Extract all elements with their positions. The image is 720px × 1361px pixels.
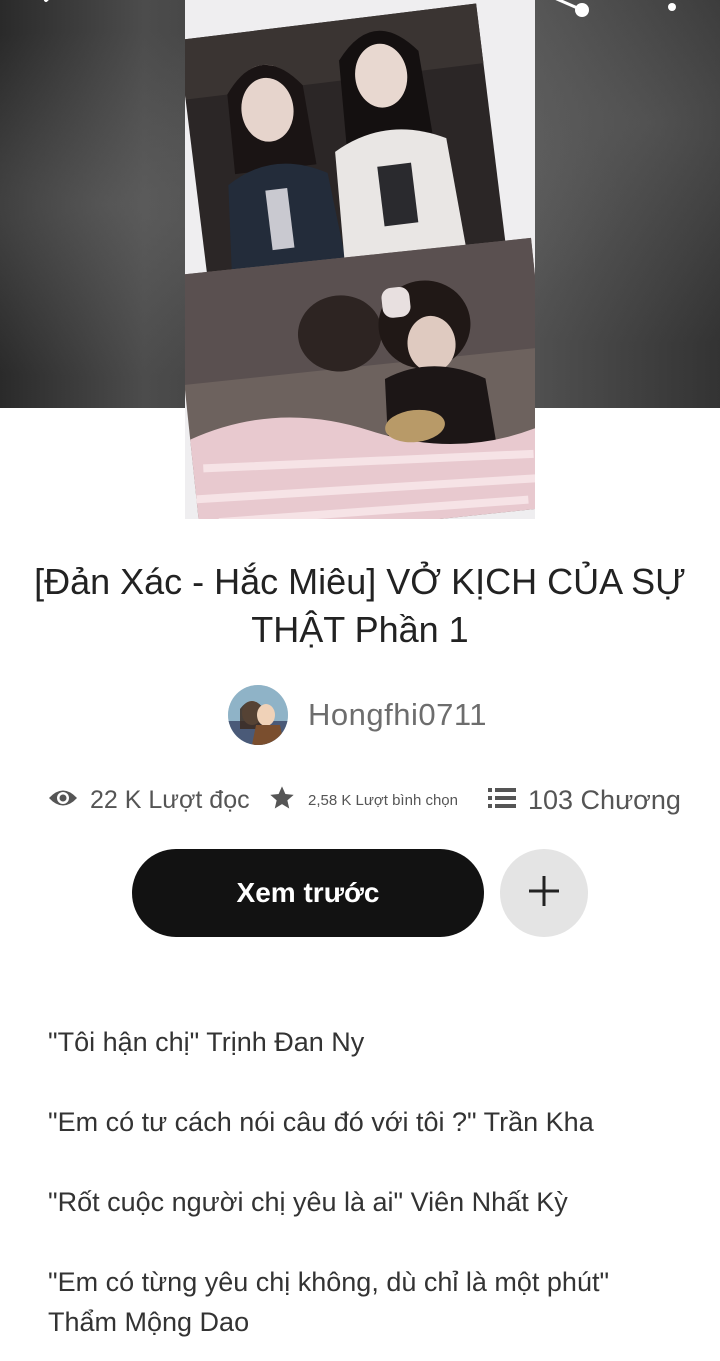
more-icon[interactable] <box>660 0 684 26</box>
description-line: "Em có từng yêu chị không, dù chỉ là một… <box>48 1267 610 1337</box>
eye-icon <box>48 787 78 814</box>
author-row[interactable]: Hongfhi0711 <box>228 685 487 745</box>
description-line: "Em có tư cách nói câu đó với tôi ?" Trầ… <box>48 1107 594 1137</box>
story-stats: 22 K Lượt đọc 2,58 K Lượt bình chọn 103 … <box>48 780 688 820</box>
preview-button[interactable]: Xem trước <box>132 849 484 937</box>
stat-reads: 22 K Lượt đọc <box>48 780 250 820</box>
list-icon <box>488 786 516 815</box>
votes-count: 2,58 K Lượt bình chọn <box>308 791 458 809</box>
stat-parts[interactable]: 103 Chương <box>488 780 681 820</box>
reads-count: 22 K Lượt đọc <box>90 785 250 814</box>
plus-icon <box>527 874 561 913</box>
share-icon[interactable] <box>540 0 596 30</box>
story-details-screen: [Đản Xác - Hắc Miêu] VỞ KỊCH CỦA SỰ THẬT… <box>0 0 720 1361</box>
back-icon[interactable] <box>30 0 70 26</box>
description-line: "Rốt cuộc người chị yêu là ai" Viên Nhất… <box>48 1187 568 1217</box>
parts-count: 103 Chương <box>528 784 681 815</box>
description-line: "Tôi hận chị" Trịnh Đan Ny <box>48 1027 365 1057</box>
story-title: [Đản Xác - Hắc Miêu] VỞ KỊCH CỦA SỰ THẬT… <box>34 561 686 650</box>
star-icon <box>268 784 296 817</box>
author-avatar[interactable] <box>228 685 288 745</box>
story-cover-image <box>185 0 535 519</box>
stat-votes: 2,58 K Lượt bình chọn <box>268 780 458 820</box>
story-description: "Tôi hận chị" Trịnh Đan Ny "Em có tư các… <box>48 1022 678 1361</box>
author-name[interactable]: Hongfhi0711 <box>308 697 487 733</box>
add-to-library-button[interactable] <box>500 849 588 937</box>
